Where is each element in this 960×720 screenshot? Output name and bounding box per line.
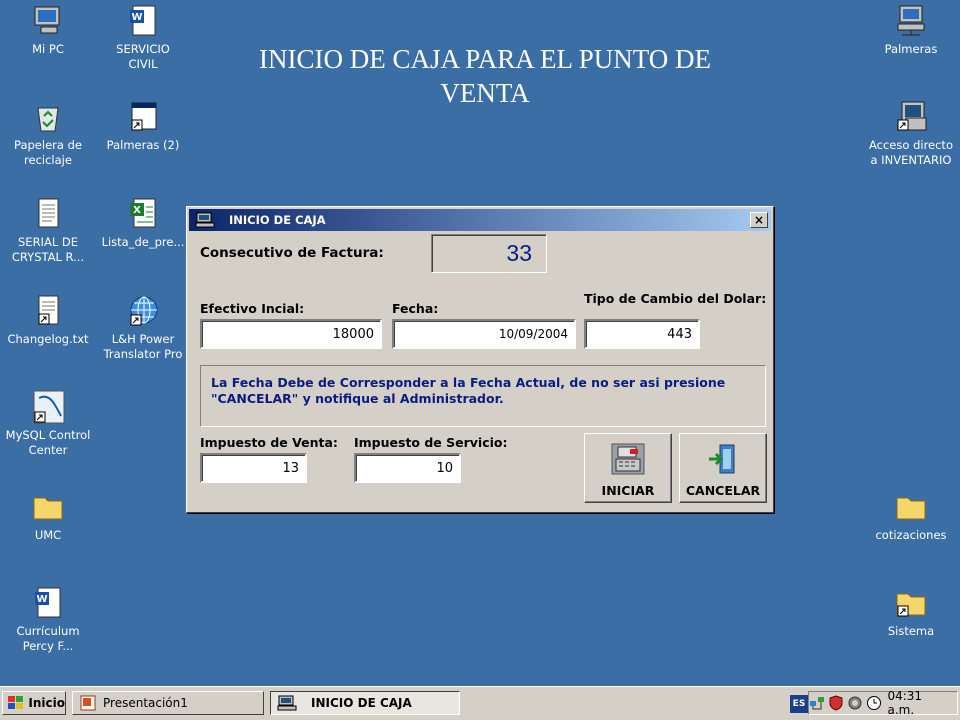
desktop-icon-power-translator[interactable]: L&H Power Translator Pro — [95, 294, 191, 362]
efectivo-input[interactable]: 18000 — [200, 319, 382, 349]
mysql-icon — [31, 390, 65, 424]
iniciar-button[interactable]: INICIAR — [584, 433, 672, 503]
consecutivo-value: 33 — [431, 234, 547, 273]
clock-icon[interactable] — [866, 695, 882, 711]
language-indicator[interactable]: ES — [790, 695, 808, 713]
desktop-icon-palmeras-2[interactable]: Palmeras (2) — [95, 100, 191, 153]
word-document-icon: W — [31, 586, 65, 620]
desktop-icon-changelog[interactable]: Changelog.txt — [0, 294, 96, 347]
dialog-title: INICIO DE CAJA — [229, 213, 326, 227]
recycle-bin-icon — [31, 100, 65, 134]
security-shield-icon[interactable] — [828, 695, 843, 711]
clock-time[interactable]: 04:31 a.m. — [887, 689, 949, 717]
notice-line-2: "CANCELAR" y notifique al Administrador. — [211, 391, 504, 406]
fecha-notice: La Fecha Debe de Corresponder a la Fecha… — [200, 365, 766, 427]
close-button[interactable]: × — [750, 212, 768, 228]
cancelar-label: CANCELAR — [685, 483, 761, 498]
fecha-input[interactable]: 10/09/2004 — [392, 319, 576, 349]
windows-logo-icon — [8, 696, 23, 709]
svg-text:W: W — [131, 12, 142, 23]
text-file-icon — [31, 197, 65, 231]
cash-register-icon — [195, 212, 215, 228]
desktop-icon-sistema[interactable]: Sistema — [863, 586, 959, 639]
impuesto-venta-input[interactable]: 13 — [200, 453, 307, 483]
powerpoint-icon — [80, 695, 96, 711]
word-document-icon: W — [126, 4, 160, 38]
desktop-icon-cotizaciones[interactable]: cotizaciones — [863, 490, 959, 543]
tipo-cambio-input[interactable]: 443 — [584, 319, 700, 349]
desktop-icon-papelera[interactable]: Papelera de reciclaje — [0, 100, 96, 168]
impuesto-venta-label: Impuesto de Venta: — [200, 435, 338, 450]
impuesto-servicio-input[interactable]: 10 — [354, 453, 461, 483]
impuesto-servicio-label: Impuesto de Servicio: — [354, 435, 508, 450]
dialog-titlebar[interactable]: INICIO DE CAJA × — [189, 209, 771, 231]
iniciar-label: INICIAR — [601, 483, 655, 498]
desktop-icon-serial-crystal[interactable]: SERIAL DE CRYSTAL R... — [0, 197, 96, 265]
folder-icon — [894, 490, 928, 524]
svg-text:X: X — [133, 205, 141, 216]
tipo-cambio-label: Tipo de Cambio del Dolar: — [584, 291, 767, 306]
notice-line-1: La Fecha Debe de Corresponder a la Fecha… — [211, 375, 726, 390]
desktop-icon-umc[interactable]: UMC — [0, 490, 96, 543]
desktop-icon-mi-pc[interactable]: Mi PC — [0, 4, 96, 57]
desktop-icon-curriculum[interactable]: W Currículum Percy F... — [0, 586, 96, 654]
network-computer-icon — [894, 4, 928, 38]
task-presentacion[interactable]: Presentación1 — [72, 691, 264, 715]
taskbar: Inicio Presentación1 INICIO DE CAJA ES 0… — [0, 686, 960, 720]
computer-icon — [31, 4, 65, 38]
efectivo-label: Efectivo Incial: — [200, 301, 305, 316]
inicio-caja-dialog: INICIO DE CAJA × Consecutivo de Factura:… — [186, 206, 774, 513]
folder-shortcut-icon — [894, 586, 928, 620]
shortcut-window-icon — [126, 100, 160, 134]
shortcut-app-icon — [894, 100, 928, 134]
fecha-label: Fecha: — [392, 301, 439, 316]
desktop-icon-palmeras[interactable]: Palmeras — [863, 4, 959, 57]
cancelar-button[interactable]: CANCELAR — [679, 433, 767, 503]
text-file-icon — [31, 294, 65, 328]
cash-register-icon — [277, 695, 297, 711]
volume-icon[interactable] — [847, 695, 862, 711]
task-inicio-caja-label: INICIO DE CAJA — [311, 696, 412, 710]
consecutivo-label: Consecutivo de Factura: — [200, 245, 384, 261]
task-inicio-caja[interactable]: INICIO DE CAJA — [270, 691, 460, 715]
start-label: Inicio — [28, 696, 65, 710]
cash-register-icon — [611, 443, 645, 475]
desktop-icon-servicio-civil[interactable]: W SERVICIO CIVIL — [95, 4, 191, 72]
desktop-icon-acceso-inventario[interactable]: Acceso directo a INVENTARIO — [863, 100, 959, 168]
desktop-icon-lista-precios[interactable]: X Lista_de_pre... — [95, 197, 191, 250]
system-tray: 04:31 a.m. — [808, 689, 958, 717]
svg-text:W: W — [36, 594, 47, 605]
task-presentacion-label: Presentación1 — [103, 696, 188, 710]
network-icon[interactable] — [809, 695, 824, 711]
start-button[interactable]: Inicio — [2, 691, 66, 715]
desktop-icon-mysql[interactable]: MySQL Control Center — [0, 390, 96, 458]
globe-icon — [126, 294, 160, 328]
folder-icon — [31, 490, 65, 524]
excel-file-icon: X — [126, 197, 160, 231]
exit-door-icon — [709, 444, 735, 474]
slide-title: INICIO DE CAJA PARA EL PUNTO DE VENTA — [258, 44, 712, 108]
